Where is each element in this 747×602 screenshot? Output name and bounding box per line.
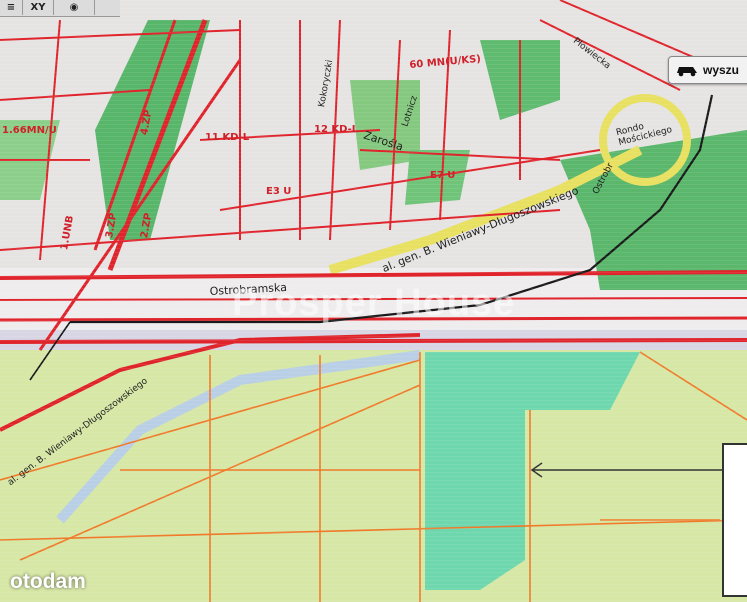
watermark: Prosper House	[232, 282, 516, 324]
search-label: wyszu	[703, 63, 740, 77]
otodom-logo: otodam	[10, 570, 86, 593]
menu-icon[interactable]: ≡	[0, 0, 23, 15]
zone-label-11kdl: 11 KD-L	[205, 132, 250, 143]
zone-label-12kdl: 12 KD-L	[314, 124, 359, 135]
search-button[interactable]: wyszu	[668, 56, 747, 84]
info-box	[722, 443, 747, 597]
zone-label-e3u: E3 U	[266, 186, 292, 197]
camera-icon[interactable]: ◉	[54, 0, 95, 15]
map-toolbar: ≡ XY ◉	[0, 0, 120, 17]
map-viewer: ≡ XY ◉ wyszu Ostrobramska al. gen. B. Wi…	[0, 0, 747, 602]
zone-label-66mnu: 1.66MN/U	[2, 125, 57, 136]
xy-button[interactable]: XY	[23, 0, 54, 15]
car-icon	[677, 67, 697, 77]
zone-label-e7u: E7 U	[430, 170, 456, 181]
